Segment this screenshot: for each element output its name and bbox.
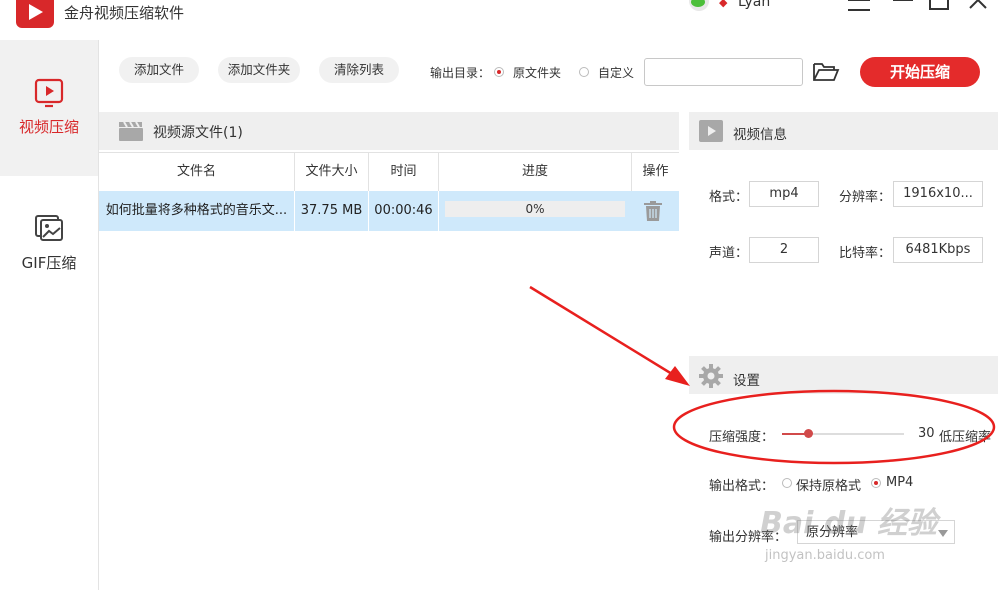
annotation-arrow-head (665, 366, 690, 386)
user-name[interactable]: Lyan (738, 0, 770, 10)
format-value: mp4 (749, 181, 819, 207)
file-size-cell: 37.75 MB (295, 191, 369, 231)
resolution-label: 分辨率： (839, 190, 892, 205)
format-label: 格式： (709, 190, 749, 205)
compress-strength-slider-handle[interactable] (804, 429, 814, 438)
annotation-arrow-line (529, 285, 673, 376)
close-icon[interactable] (968, 0, 988, 12)
channel-value: 2 (749, 237, 819, 263)
add-folder-button[interactable]: 添加文件夹 (218, 57, 300, 83)
file-name-cell: 如何批量将多种格式的音乐文... (99, 191, 295, 231)
start-compress-button[interactable]: 开始压缩 (860, 57, 980, 87)
compress-strength-desc: 低压缩率 (939, 430, 992, 445)
chevron-down-icon[interactable] (938, 527, 948, 537)
maximize-icon[interactable] (929, 0, 949, 10)
clapperboard-icon (118, 120, 144, 142)
video-play-icon (34, 78, 64, 108)
radio-mp4[interactable] (871, 478, 881, 488)
table-row[interactable]: 如何批量将多种格式的音乐文... 37.75 MB 00:00:46 0% (99, 191, 679, 231)
compress-strength-label: 压缩强度： (709, 430, 775, 445)
trash-icon[interactable] (644, 201, 662, 221)
channel-label: 声道： (709, 246, 749, 261)
column-header-size: 文件大小 (295, 153, 369, 191)
settings-title: 设置 (733, 373, 760, 389)
minimize-icon[interactable] (893, 0, 913, 8)
radio-keep-format[interactable] (782, 478, 792, 488)
wechat-icon[interactable] (686, 0, 712, 12)
watermark: Bai du 经验 (760, 506, 938, 541)
source-files-title: 视频源文件(1) (153, 125, 243, 141)
radio-custom-folder[interactable] (579, 67, 589, 77)
add-file-button[interactable]: 添加文件 (119, 57, 199, 83)
vip-diamond-icon: ◆ (719, 0, 728, 9)
column-header-action: 操作 (642, 164, 669, 179)
gear-icon (699, 364, 723, 388)
output-dir-label: 输出目录： (430, 66, 491, 80)
compress-strength-value: 30 (918, 426, 935, 441)
video-info-title: 视频信息 (733, 127, 787, 143)
sidebar-item-label: 视频压缩 (18, 118, 79, 136)
watermark-url: jingyan.baidu.com (765, 548, 885, 563)
folder-open-icon[interactable] (812, 61, 840, 83)
play-icon (699, 120, 723, 142)
radio-original-folder[interactable] (494, 67, 504, 77)
app-logo-icon (16, 0, 54, 28)
column-header-progress: 进度 (439, 153, 632, 191)
image-icon (34, 212, 64, 242)
radio-original-folder-label[interactable]: 原文件夹 (513, 64, 561, 81)
radio-custom-folder-label[interactable]: 自定义 (598, 64, 634, 81)
output-path-input[interactable] (644, 58, 803, 86)
file-time-cell: 00:00:46 (369, 191, 439, 231)
bitrate-value: 6481Kbps (893, 237, 983, 263)
sidebar-item-label[interactable]: GIF压缩 (0, 252, 98, 273)
resolution-value: 1916x10... (893, 181, 983, 207)
menu-icon[interactable] (848, 0, 870, 12)
clear-list-button[interactable]: 清除列表 (319, 57, 399, 83)
radio-keep-format-label[interactable]: 保持原格式 (796, 475, 861, 494)
bitrate-label: 比特率： (839, 246, 892, 261)
column-header-name: 文件名 (99, 153, 295, 191)
progress-text: 0% (525, 202, 545, 216)
file-table-header: 文件名 文件大小 时间 进度 操作 (99, 152, 679, 192)
app-title: 金舟视频压缩软件 (64, 4, 185, 22)
radio-mp4-label[interactable]: MP4 (886, 475, 913, 490)
column-header-time: 时间 (369, 153, 439, 191)
output-format-label: 输出格式： (709, 479, 775, 494)
